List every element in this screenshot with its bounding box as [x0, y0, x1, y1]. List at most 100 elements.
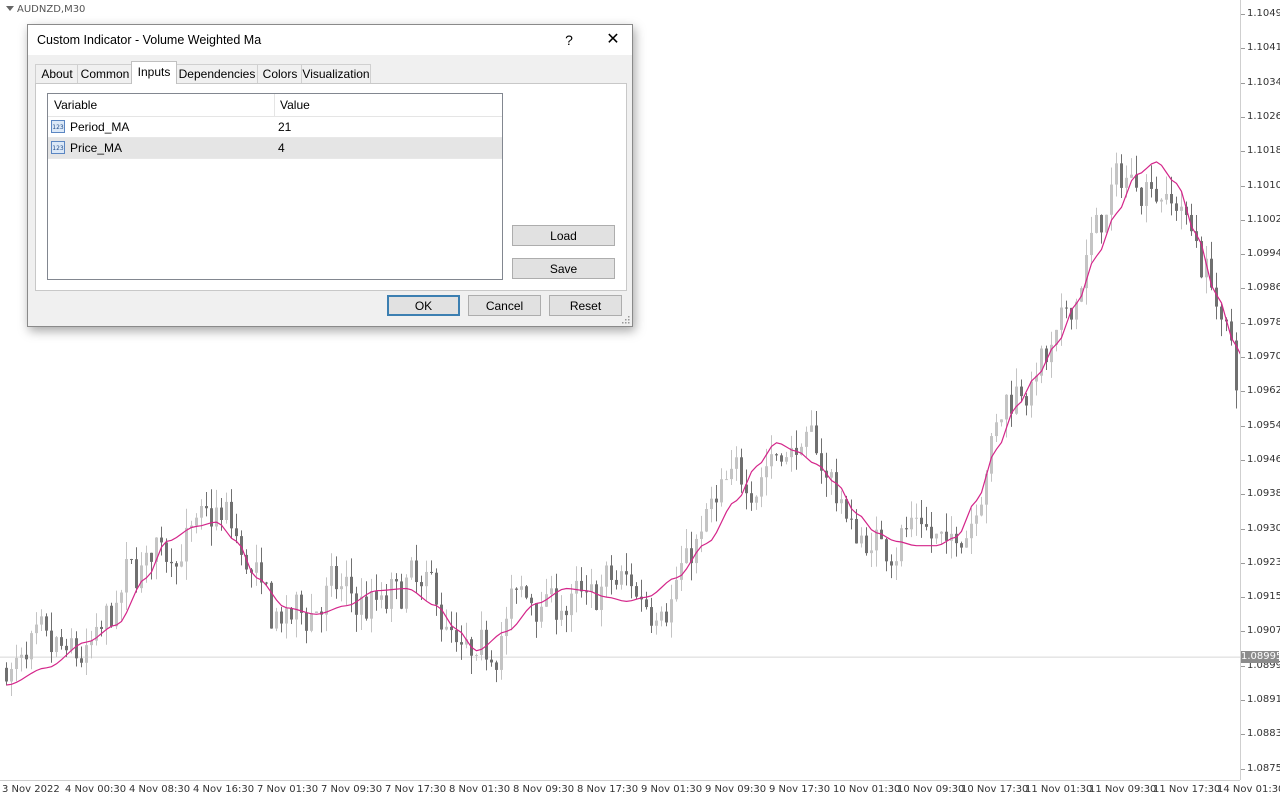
- column-separator[interactable]: [274, 94, 275, 116]
- candle: [435, 568, 438, 616]
- tab-dependencies[interactable]: Dependencies: [175, 64, 259, 83]
- candle-body: [780, 455, 783, 462]
- tab-colors[interactable]: Colors: [257, 64, 303, 83]
- load-button[interactable]: Load: [512, 225, 615, 246]
- tab-visualization[interactable]: Visualization: [301, 64, 371, 83]
- candle: [630, 563, 633, 599]
- candle: [10, 662, 13, 696]
- candle: [660, 606, 663, 627]
- candle-body: [480, 629, 483, 655]
- candle-body: [275, 611, 278, 629]
- candle-body: [770, 454, 773, 467]
- candle-body: [900, 528, 903, 562]
- candle-body: [735, 457, 738, 469]
- candle: [255, 544, 258, 586]
- candle-body: [50, 630, 53, 653]
- help-button[interactable]: ?: [554, 25, 584, 55]
- header-variable[interactable]: Variable: [54, 98, 97, 112]
- candle: [1030, 371, 1033, 418]
- candle: [540, 591, 543, 628]
- candle: [430, 560, 433, 575]
- integer-type-icon: 123: [51, 120, 65, 133]
- save-button[interactable]: Save: [512, 258, 615, 279]
- candle-body: [495, 662, 498, 670]
- candle-body: [755, 496, 758, 503]
- candle: [595, 580, 598, 611]
- tab-about[interactable]: About: [35, 64, 79, 83]
- candle-body: [815, 425, 818, 454]
- candle: [165, 538, 168, 573]
- tab-common[interactable]: Common: [77, 64, 133, 83]
- time-axis-label: 7 Nov 09:30: [321, 784, 383, 795]
- cancel-button[interactable]: Cancel: [468, 295, 541, 316]
- candle-body: [570, 593, 573, 616]
- candle-body: [1115, 163, 1118, 185]
- price-axis-label: 1.09465: [1247, 453, 1280, 465]
- candle: [340, 573, 343, 602]
- candle: [550, 575, 553, 603]
- candle: [1160, 198, 1163, 213]
- candle: [320, 606, 323, 633]
- candle: [820, 438, 823, 484]
- candle: [665, 603, 668, 627]
- candle-body: [85, 645, 88, 663]
- candle: [1100, 214, 1103, 244]
- inputs-table[interactable]: Variable Value 123 Period_MA 21 123 Pric…: [47, 93, 503, 280]
- symbol-text: AUDNZD,M30: [17, 4, 86, 15]
- candle-body: [290, 608, 293, 620]
- candle-body: [215, 507, 218, 527]
- candle-body: [380, 595, 383, 600]
- candle-body: [80, 658, 83, 663]
- table-row[interactable]: 123 Price_MA 4: [48, 138, 502, 159]
- candle-body: [150, 552, 153, 562]
- time-axis-label: 9 Nov 01:30: [641, 784, 703, 795]
- candle: [995, 413, 998, 443]
- candle: [970, 508, 973, 555]
- candle-body: [550, 588, 553, 595]
- tab-inputs[interactable]: Inputs: [131, 61, 177, 84]
- candle: [1155, 176, 1158, 204]
- price-axis-label: 1.09305: [1247, 522, 1280, 534]
- candle-body: [1175, 203, 1178, 211]
- candle: [135, 547, 138, 593]
- candle: [910, 501, 913, 538]
- candle-body: [165, 542, 168, 562]
- candle-body: [325, 585, 328, 615]
- candle: [600, 574, 603, 627]
- dropdown-triangle-icon[interactable]: [6, 6, 14, 11]
- candle-body: [685, 548, 688, 564]
- candle-body: [855, 518, 858, 544]
- variable-value[interactable]: 21: [278, 120, 291, 134]
- ok-button[interactable]: OK: [387, 295, 460, 316]
- close-button[interactable]: ✕: [594, 25, 632, 55]
- reset-button[interactable]: Reset: [549, 295, 622, 316]
- candle: [780, 453, 783, 467]
- candle: [395, 573, 398, 600]
- time-axis-label: 7 Nov 17:30: [385, 784, 447, 795]
- candle: [590, 568, 593, 609]
- candle: [120, 589, 123, 621]
- candle: [45, 613, 48, 637]
- price-axis-tick: [1241, 288, 1245, 290]
- candle: [815, 411, 818, 455]
- candle-body: [210, 508, 213, 527]
- candle-body: [905, 528, 908, 530]
- candle: [810, 410, 813, 433]
- candle-body: [730, 468, 733, 480]
- price-axis-tick: [1241, 768, 1245, 770]
- candle: [895, 547, 898, 580]
- candle-body: [970, 523, 973, 539]
- candle-body: [935, 533, 938, 539]
- candle: [175, 561, 178, 585]
- resize-grip-icon[interactable]: [622, 316, 630, 324]
- candle: [950, 516, 953, 559]
- candle: [170, 548, 173, 577]
- candle: [685, 529, 688, 564]
- candle: [75, 631, 78, 667]
- candle-body: [540, 606, 543, 622]
- variable-value[interactable]: 4: [278, 141, 285, 155]
- header-value[interactable]: Value: [280, 98, 310, 112]
- candle-body: [345, 576, 348, 587]
- dialog-titlebar[interactable]: Custom Indicator - Volume Weighted Ma ? …: [28, 25, 632, 55]
- table-row[interactable]: 123 Period_MA 21: [48, 117, 502, 138]
